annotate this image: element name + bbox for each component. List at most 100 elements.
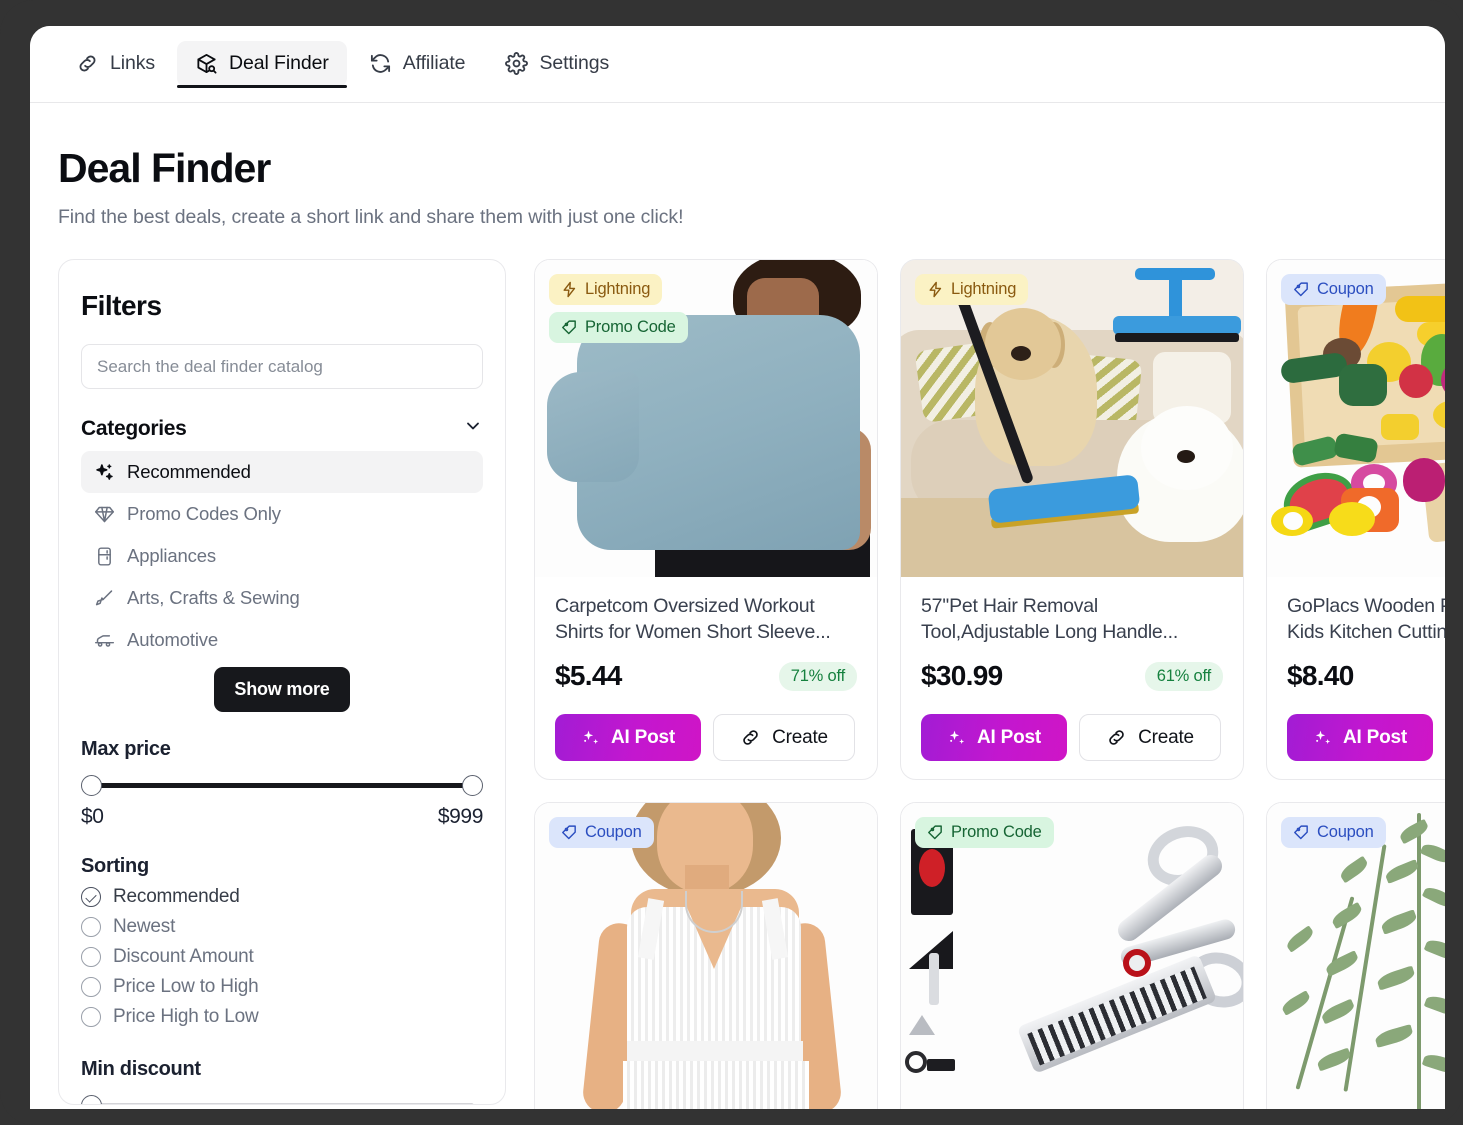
content-area: Filters Categories	[58, 259, 1445, 1109]
tag-icon	[562, 825, 576, 840]
badge-coupon: Coupon	[1281, 274, 1386, 306]
badge-promo-code: Promo Code	[549, 312, 688, 344]
tab-deal-finder-label: Deal Finder	[229, 52, 329, 74]
pet-hair-removal-tool-illustration	[901, 260, 1243, 578]
deal-card[interactable]: Lightning Promo Code Carpetcom Oversized…	[534, 259, 878, 781]
refrigerator-icon	[94, 546, 115, 567]
badge-group: Coupon	[1281, 274, 1386, 306]
deal-price-row: $30.99 61% off	[921, 660, 1223, 692]
deal-discount-badge: 71% off	[778, 661, 857, 691]
max-price-max-handle[interactable]	[462, 775, 483, 797]
tab-affiliate[interactable]: Affiliate	[351, 41, 484, 87]
tag-icon	[562, 320, 576, 335]
category-item-promo-codes-only[interactable]: Promo Codes Only	[81, 493, 483, 535]
ai-post-label: AI Post	[611, 726, 676, 748]
radio-icon	[81, 917, 101, 938]
deal-card[interactable]: Coupon	[1266, 259, 1445, 781]
show-more-button[interactable]: Show more	[214, 667, 350, 713]
deal-card[interactable]: Coupon	[1266, 802, 1445, 1109]
tab-deal-finder[interactable]: Deal Finder	[177, 41, 347, 88]
tab-links[interactable]: Links	[58, 41, 173, 87]
category-label: Automotive	[127, 629, 219, 651]
ai-post-button[interactable]: AI Post	[1287, 714, 1434, 762]
sort-option-label: Recommended	[113, 886, 240, 908]
sort-option-newest[interactable]: Newest	[81, 912, 483, 942]
sort-option-discount-amount[interactable]: Discount Amount	[81, 942, 483, 972]
min-discount-handle[interactable]	[81, 1095, 102, 1105]
tab-affiliate-label: Affiliate	[402, 52, 466, 74]
category-item-appliances[interactable]: Appliances	[81, 535, 483, 577]
badge-label: Coupon	[585, 823, 642, 842]
max-price-track	[90, 783, 474, 789]
deal-card[interactable]: Lightning 57''Pet Hair Removal Tool,Adju…	[900, 259, 1244, 781]
sparkles-icon	[1315, 730, 1331, 744]
link-icon	[76, 52, 99, 75]
deal-actions: AI Post Create	[1287, 714, 1445, 762]
badge-group: Lightning	[915, 274, 1029, 306]
tab-settings[interactable]: Settings	[487, 41, 627, 87]
deal-card[interactable]: Coupon	[534, 802, 878, 1109]
deal-actions: AI Post Create	[921, 714, 1223, 762]
category-label: Appliances	[127, 545, 217, 567]
max-price-slider[interactable]	[81, 775, 483, 797]
tag-icon	[1294, 282, 1308, 297]
badge-group: Promo Code	[915, 817, 1054, 849]
tag-icon	[1294, 825, 1308, 840]
deal-actions: AI Post Create	[555, 714, 857, 762]
sort-option-label: Price Low to High	[113, 976, 259, 998]
badge-label: Lightning	[951, 280, 1017, 299]
deal-card[interactable]: Promo Code	[900, 802, 1244, 1109]
search-input[interactable]	[81, 344, 483, 390]
deal-title: 57''Pet Hair Removal Tool,Adjustable Lon…	[921, 595, 1179, 644]
categories-section-header[interactable]: Categories	[81, 416, 483, 442]
badge-label: Coupon	[1317, 823, 1374, 842]
category-item-automotive[interactable]: Automotive	[81, 619, 483, 661]
app-window: Links Deal Finder Affiliate Settings Dea…	[30, 26, 1445, 1109]
sort-option-recommended[interactable]: Recommended	[81, 882, 483, 912]
radio-icon	[81, 977, 101, 998]
sort-option-price-low-to-high[interactable]: Price Low to High	[81, 972, 483, 1002]
tab-settings-label: Settings	[539, 52, 610, 74]
radio-icon	[81, 947, 101, 968]
ai-post-button[interactable]: AI Post	[921, 714, 1068, 762]
link-icon	[1109, 730, 1124, 745]
badge-label: Coupon	[1317, 280, 1374, 299]
categories-label: Categories	[81, 417, 187, 441]
create-link-button[interactable]: Create	[1079, 714, 1221, 762]
badge-coupon: Coupon	[549, 817, 654, 849]
badge-label: Promo Code	[951, 823, 1042, 842]
sorting-label: Sorting	[81, 855, 149, 878]
page-subtitle: Find the best deals, create a short link…	[58, 206, 684, 229]
max-price-label: Max price	[81, 738, 171, 761]
paintbrush-icon	[94, 588, 115, 609]
badge-coupon: Coupon	[1281, 817, 1386, 849]
deal-image	[901, 803, 1243, 1109]
category-item-recommended[interactable]: Recommended	[81, 451, 483, 494]
link-icon	[743, 730, 758, 745]
min-discount-label: Min discount	[81, 1058, 201, 1081]
min-discount-slider[interactable]	[81, 1095, 483, 1105]
ai-post-button[interactable]: AI Post	[555, 714, 702, 762]
badge-promo-code: Promo Code	[915, 817, 1054, 849]
filters-panel: Filters Categories	[58, 259, 506, 1106]
white-knit-dress-model-illustration	[535, 803, 877, 1109]
max-price-max-label: $999	[437, 805, 484, 829]
main-tab-bar: Links Deal Finder Affiliate Settings	[30, 26, 1445, 103]
category-item-arts-crafts-sewing[interactable]: Arts, Crafts & Sewing	[81, 577, 483, 619]
sort-option-price-high-to-low[interactable]: Price High to Low	[81, 1002, 483, 1032]
sparkles-icon	[94, 462, 115, 483]
olive-branch-plant-illustration	[1267, 803, 1445, 1109]
wooden-toy-food-illustration	[1267, 260, 1445, 578]
max-price-min-handle[interactable]	[81, 775, 102, 797]
tag-icon	[928, 825, 942, 840]
badge-label: Lightning	[585, 280, 651, 299]
sparkles-icon	[949, 730, 965, 744]
filters-heading: Filters	[81, 290, 162, 322]
create-link-button[interactable]: Create	[713, 714, 855, 762]
category-label: Arts, Crafts & Sewing	[127, 587, 300, 609]
radio-icon	[81, 887, 101, 908]
category-label: Recommended	[127, 461, 251, 483]
category-label: Promo Codes Only	[127, 503, 281, 525]
badge-group: Coupon	[1281, 817, 1386, 849]
deal-image	[901, 260, 1243, 578]
